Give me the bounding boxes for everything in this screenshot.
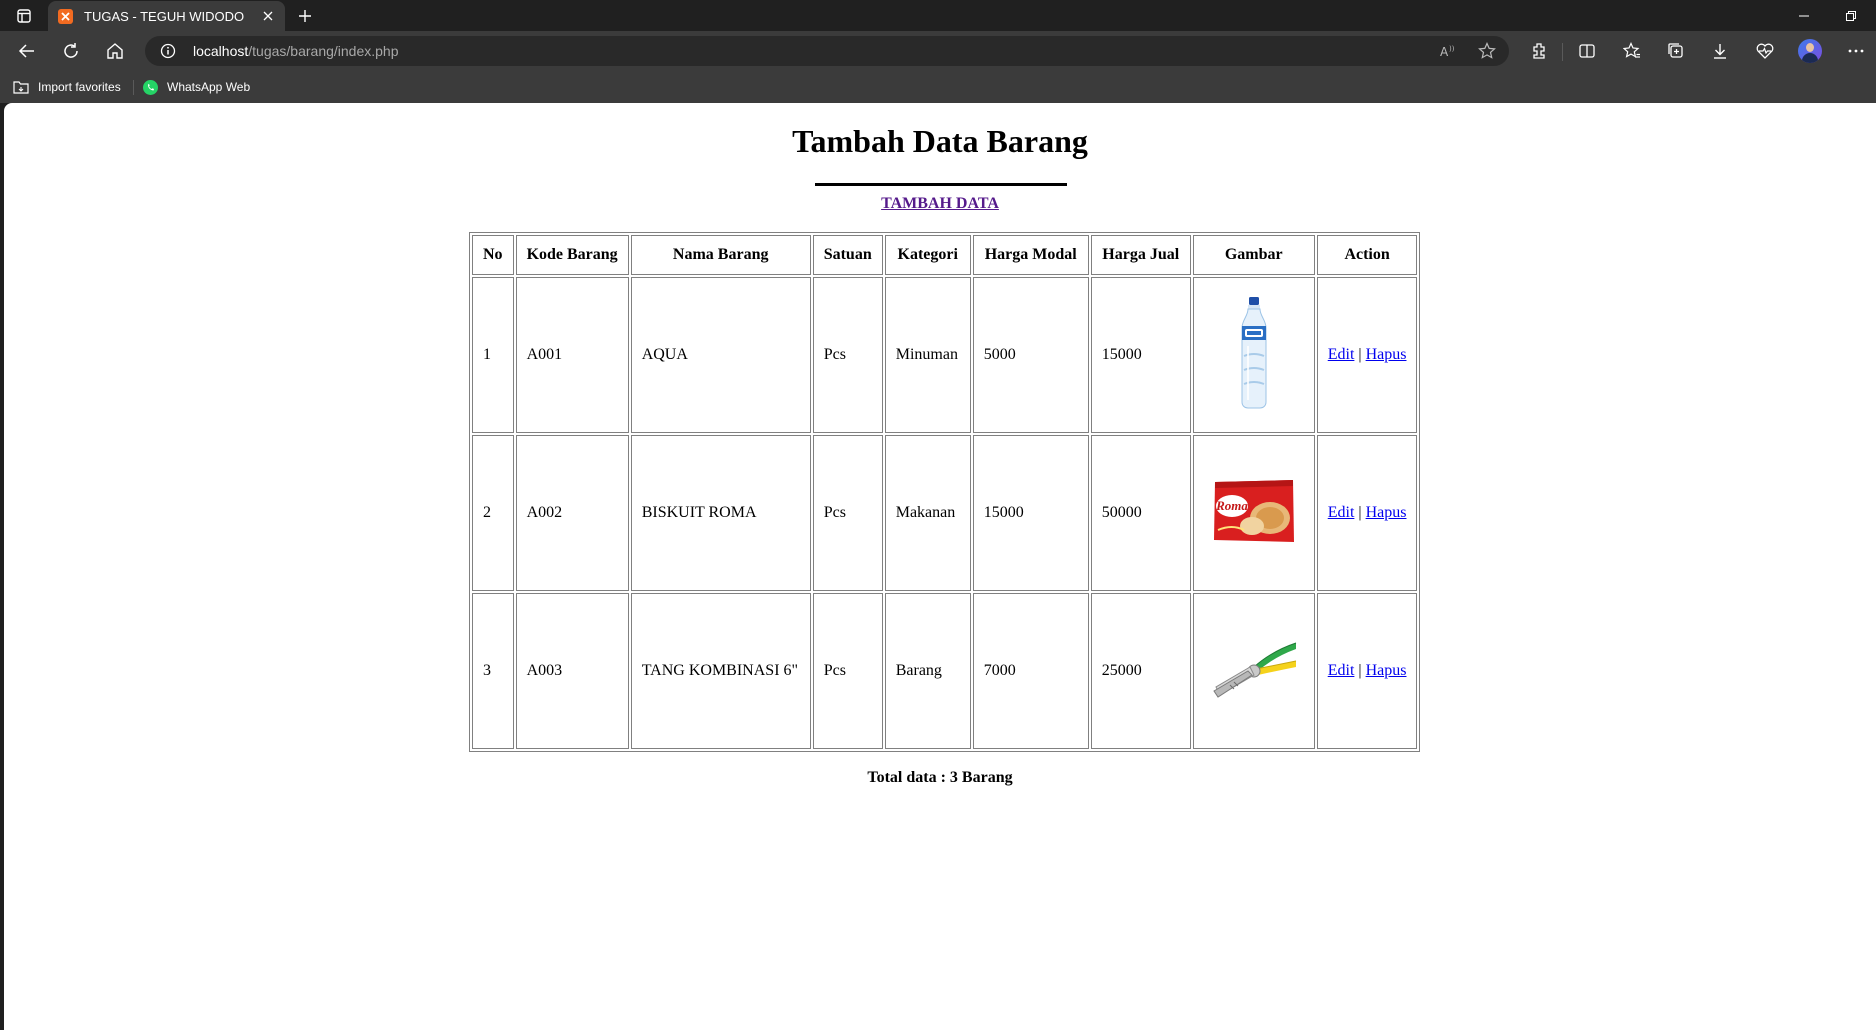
cell-no: 1 bbox=[472, 277, 514, 433]
page-title: Tambah Data Barang bbox=[792, 123, 1088, 159]
tab-active[interactable]: TUGAS - TEGUH WIDODO bbox=[48, 1, 285, 31]
read-aloud-icon[interactable]: A)) bbox=[1437, 40, 1459, 62]
tab-title: TUGAS - TEGUH WIDODO bbox=[84, 9, 245, 24]
close-tab-icon[interactable] bbox=[259, 7, 277, 25]
new-tab-icon[interactable] bbox=[294, 5, 316, 27]
whatsapp-icon bbox=[143, 79, 158, 95]
url-text[interactable]: localhost/tugas/barang/index.php bbox=[193, 43, 399, 59]
minimize-icon[interactable] bbox=[1792, 4, 1816, 28]
extensions-icon[interactable] bbox=[1526, 38, 1552, 64]
biscuit-pack-image: Roma bbox=[1213, 479, 1294, 542]
cell-kode: A002 bbox=[515, 435, 629, 591]
url-path: /tugas/barang/index.php bbox=[248, 43, 399, 59]
cell-gambar bbox=[1192, 593, 1315, 749]
pliers-image bbox=[1213, 642, 1296, 698]
address-bar[interactable]: localhost/tugas/barang/index.php A)) bbox=[145, 36, 1509, 66]
cell-harga-jual: 15000 bbox=[1090, 277, 1191, 433]
cell-action: Edit | Hapus bbox=[1316, 435, 1418, 591]
bookmark-divider bbox=[133, 80, 134, 95]
action-separator: | bbox=[1358, 346, 1362, 363]
bookmark-import-favorites[interactable]: Import favorites bbox=[13, 77, 121, 97]
more-options-icon[interactable] bbox=[1843, 38, 1869, 64]
table-row: 1 A001 AQUA Pcs Minuman 5000 15000 Edit … bbox=[472, 277, 1418, 433]
header-no: No bbox=[472, 235, 514, 275]
cell-harga-modal: 15000 bbox=[972, 435, 1089, 591]
cell-gambar: Roma bbox=[1192, 435, 1315, 591]
cell-harga-jual: 50000 bbox=[1090, 435, 1191, 591]
hapus-link[interactable]: Hapus bbox=[1366, 504, 1407, 521]
biscuit-pack-label: Roma bbox=[1215, 498, 1248, 513]
title-divider bbox=[815, 183, 1067, 186]
cell-kategori: Makanan bbox=[884, 435, 971, 591]
header-gambar: Gambar bbox=[1192, 235, 1315, 275]
cell-action: Edit | Hapus bbox=[1316, 277, 1418, 433]
cell-satuan: Pcs bbox=[812, 277, 883, 433]
restore-icon[interactable] bbox=[1839, 4, 1863, 28]
cell-kategori: Minuman bbox=[884, 277, 971, 433]
tab-actions-icon[interactable] bbox=[12, 6, 36, 26]
cell-kategori: Barang bbox=[884, 593, 971, 749]
cell-action: Edit | Hapus bbox=[1316, 593, 1418, 749]
water-bottle-image bbox=[1241, 296, 1267, 408]
refresh-icon[interactable] bbox=[58, 38, 84, 64]
page-viewport: Tambah Data Barang TAMBAH DATA No Kode B… bbox=[4, 103, 1876, 1030]
header-harga-jual: Harga Jual bbox=[1090, 235, 1191, 275]
bookmark-label: WhatsApp Web bbox=[167, 80, 251, 94]
title-bar: TUGAS - TEGUH WIDODO bbox=[0, 0, 1876, 31]
profile-avatar[interactable] bbox=[1798, 39, 1822, 63]
add-data-wrapper: TAMBAH DATA bbox=[4, 195, 1876, 213]
items-table: No Kode Barang Nama Barang Satuan Katego… bbox=[469, 232, 1421, 752]
table-row: 2 A002 BISKUIT ROMA Pcs Makanan 15000 50… bbox=[472, 435, 1418, 591]
favorite-star-icon[interactable] bbox=[1476, 40, 1498, 62]
cell-harga-modal: 7000 bbox=[972, 593, 1089, 749]
svg-text:A: A bbox=[1440, 45, 1449, 59]
header-kode-barang: Kode Barang bbox=[515, 235, 629, 275]
split-screen-icon[interactable] bbox=[1574, 38, 1600, 64]
cell-kode: A003 bbox=[515, 593, 629, 749]
url-host: localhost bbox=[193, 43, 249, 59]
folder-import-icon bbox=[13, 81, 29, 94]
home-icon[interactable] bbox=[102, 38, 128, 64]
cell-no: 3 bbox=[472, 593, 514, 749]
cell-nama: TANG KOMBINASI 6" bbox=[630, 593, 811, 749]
bookmark-whatsapp-web[interactable]: WhatsApp Web bbox=[142, 77, 250, 97]
downloads-icon[interactable] bbox=[1707, 38, 1733, 64]
header-nama-barang: Nama Barang bbox=[630, 235, 811, 275]
cell-nama: AQUA bbox=[630, 277, 811, 433]
browser-toolbar: localhost/tugas/barang/index.php A)) bbox=[0, 31, 1876, 71]
bookmark-label: Import favorites bbox=[38, 80, 121, 94]
hapus-link[interactable]: Hapus bbox=[1366, 346, 1407, 363]
cell-harga-modal: 5000 bbox=[972, 277, 1089, 433]
edit-link[interactable]: Edit bbox=[1328, 662, 1355, 679]
add-data-link[interactable]: TAMBAH DATA bbox=[881, 195, 999, 212]
edit-link[interactable]: Edit bbox=[1328, 346, 1355, 363]
cell-kode: A001 bbox=[515, 277, 629, 433]
header-satuan: Satuan bbox=[812, 235, 883, 275]
header-harga-modal: Harga Modal bbox=[972, 235, 1089, 275]
svg-text:)): )) bbox=[1449, 45, 1455, 53]
cell-harga-jual: 25000 bbox=[1090, 593, 1191, 749]
back-icon[interactable] bbox=[14, 38, 40, 64]
table-header-row: No Kode Barang Nama Barang Satuan Katego… bbox=[472, 235, 1418, 275]
favorites-icon[interactable] bbox=[1619, 38, 1645, 64]
cell-satuan: Pcs bbox=[812, 593, 883, 749]
site-info-icon[interactable] bbox=[159, 42, 177, 60]
collections-icon[interactable] bbox=[1663, 38, 1689, 64]
xampp-favicon-icon bbox=[58, 9, 73, 24]
toolbar-divider bbox=[1562, 43, 1563, 61]
action-separator: | bbox=[1358, 662, 1362, 679]
cell-satuan: Pcs bbox=[812, 435, 883, 591]
cell-no: 2 bbox=[472, 435, 514, 591]
total-count: Total data : 3 Barang bbox=[867, 769, 1013, 786]
action-separator: | bbox=[1358, 504, 1362, 521]
cell-nama: BISKUIT ROMA bbox=[630, 435, 811, 591]
bookmarks-bar: Import favorites WhatsApp Web bbox=[0, 71, 1876, 103]
edit-link[interactable]: Edit bbox=[1328, 504, 1355, 521]
hapus-link[interactable]: Hapus bbox=[1366, 662, 1407, 679]
browser-essentials-icon[interactable] bbox=[1752, 38, 1778, 64]
header-action: Action bbox=[1316, 235, 1418, 275]
cell-gambar bbox=[1192, 277, 1315, 433]
header-kategori: Kategori bbox=[884, 235, 971, 275]
table-row: 3 A003 TANG KOMBINASI 6" Pcs Barang 7000… bbox=[472, 593, 1418, 749]
